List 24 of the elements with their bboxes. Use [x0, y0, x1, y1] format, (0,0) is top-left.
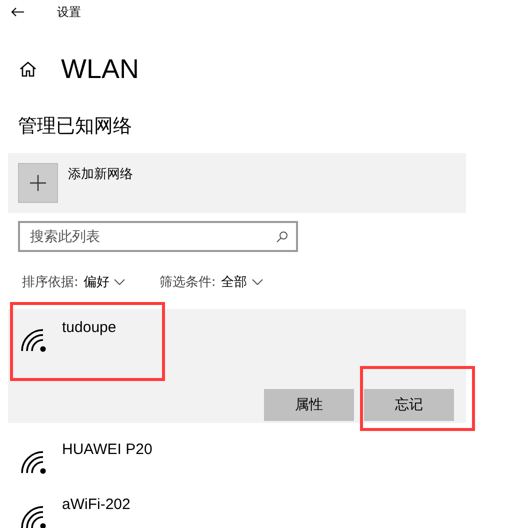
search-icon	[276, 231, 288, 243]
window-title: 设置	[57, 4, 81, 20]
network-name: aWiFi-202	[62, 496, 130, 513]
network-name: HUAWEI P20	[62, 441, 152, 458]
section-heading: 管理已知网络	[17, 114, 133, 139]
add-network-label: 添加新网络	[68, 166, 133, 183]
wifi-icon	[20, 326, 46, 352]
network-item[interactable]: aWiFi-202	[8, 486, 466, 528]
page-title: WLAN	[61, 54, 140, 84]
chevron-icon	[252, 279, 263, 285]
wifi-icon	[20, 503, 46, 528]
network-item[interactable]: HUAWEI P20	[8, 431, 466, 486]
add-network-panel[interactable]: 添加新网络	[8, 153, 466, 213]
chevron-icon	[114, 279, 126, 285]
network-action-button[interactable]: 忘记	[364, 389, 454, 421]
search-field[interactable]: 搜索此列表	[18, 221, 298, 252]
network-name: tudoupe	[62, 319, 116, 336]
network-action-button[interactable]: 属性	[264, 389, 354, 421]
filter-dropdown[interactable]: 筛选条件: 全部	[157, 272, 265, 292]
home-icon[interactable]	[19, 61, 37, 77]
back-icon[interactable]	[11, 7, 25, 17]
network-item[interactable]: tudoupe 属性 忘记	[8, 309, 466, 423]
wifi-icon	[20, 448, 46, 474]
sort-dropdown[interactable]: 排序依据: 偏好	[20, 272, 128, 292]
